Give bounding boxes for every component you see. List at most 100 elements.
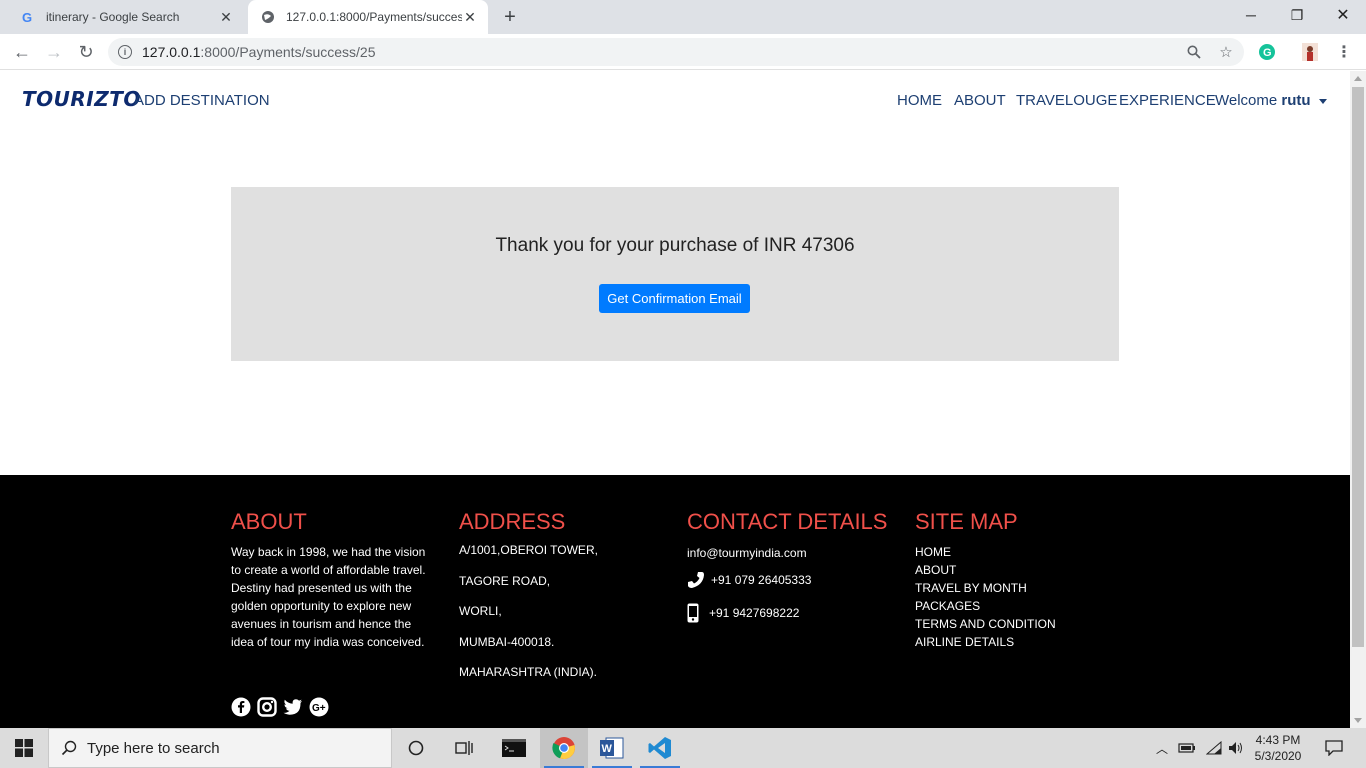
sitemap-terms[interactable]: TERMS AND CONDITION	[915, 615, 1056, 633]
contact-email[interactable]: info@tourmyindia.com	[687, 543, 887, 563]
welcome-label: Welcome	[1215, 92, 1278, 109]
clock-time: 4:43 PM	[1255, 733, 1301, 747]
word-icon[interactable]: W	[588, 728, 636, 768]
nav-about[interactable]: ABOUT	[954, 92, 1006, 109]
tab-title: itinerary - Google Search	[46, 10, 180, 24]
sitemap-home[interactable]: HOME	[915, 543, 1056, 561]
globe-icon	[260, 9, 276, 25]
new-tab-icon[interactable]: +	[498, 5, 522, 29]
purchase-message: Thank you for your purchase of INR 47306	[495, 235, 855, 256]
facebook-icon[interactable]	[231, 697, 251, 717]
sitemap-about[interactable]: ABOUT	[915, 561, 1056, 579]
cortana-icon[interactable]	[392, 728, 440, 768]
bookmark-star-icon[interactable]: ☆	[1212, 38, 1240, 66]
battery-icon[interactable]	[1178, 742, 1196, 754]
reload-icon[interactable]: ↻	[72, 38, 100, 66]
web-page: TOURIZTO ADD DESTINATION HOME ABOUT TRAV…	[0, 71, 1350, 728]
close-tab-icon[interactable]: ✕	[462, 9, 478, 25]
contact-mobile: +91 9427698222	[687, 597, 887, 629]
svg-text:G: G	[1263, 47, 1272, 59]
system-tray: ︿	[1156, 728, 1244, 768]
site-logo[interactable]: TOURIZTO	[22, 87, 141, 111]
browser-tab-google-search[interactable]: G itinerary - Google Search ✕	[8, 0, 244, 34]
terminal-icon[interactable]	[490, 728, 538, 768]
address-line: TAGORE ROAD,	[459, 573, 551, 588]
windows-start-icon[interactable]	[0, 728, 48, 768]
nav-home[interactable]: HOME	[897, 92, 942, 109]
address-line: WORLI,	[459, 604, 502, 618]
profile-avatar[interactable]	[1296, 38, 1324, 66]
task-view-icon[interactable]	[440, 728, 488, 768]
volume-icon[interactable]	[1228, 741, 1244, 755]
nav-experience[interactable]: EXPERIENCE	[1119, 92, 1216, 109]
sitemap-airline-details[interactable]: AIRLINE DETAILS	[915, 633, 1056, 651]
back-icon[interactable]: ←	[8, 38, 36, 66]
google-icon: G	[20, 9, 36, 25]
search-placeholder: Type here to search	[87, 739, 220, 757]
taskbar-search-input[interactable]: Type here to search	[48, 728, 392, 768]
footer-about: ABOUT Way back in 1998, we had the visio…	[231, 509, 431, 651]
social-links: G+	[231, 697, 329, 717]
footer-contact: CONTACT DETAILS info@tourmyindia.com +91…	[687, 509, 887, 629]
site-footer: ABOUT Way back in 1998, we had the visio…	[0, 475, 1350, 728]
browser-tabstrip: G itinerary - Google Search ✕ 127.0.0.1:…	[0, 0, 1366, 34]
vscode-icon[interactable]	[636, 728, 684, 768]
address-line: A/1001,OBEROI TOWER,	[459, 543, 598, 557]
site-info-icon[interactable]: i	[118, 45, 132, 59]
phone-number: +91 079 26405333	[711, 573, 812, 587]
scrollbar-thumb[interactable]	[1352, 87, 1364, 647]
clock-date: 5/3/2020	[1254, 749, 1302, 763]
confirmation-panel: Thank you for your purchase of INR 47306…	[231, 187, 1119, 361]
footer-sitemap-heading: SITE MAP	[915, 509, 1018, 534]
address-bar[interactable]: i 127.0.0.1:8000/Payments/success/25	[108, 38, 1244, 66]
tab-title: 127.0.0.1:8000/Payments/success/25	[286, 10, 462, 24]
chevron-up-icon[interactable]: ︿	[1156, 740, 1168, 757]
scroll-up-icon[interactable]	[1354, 76, 1362, 81]
contact-phone: +91 079 26405333	[687, 563, 887, 597]
username: rutu	[1281, 92, 1311, 109]
minimize-icon[interactable]: ─	[1228, 0, 1274, 30]
footer-address-heading: ADDRESS	[459, 509, 566, 534]
browser-toolbar: ← → ↻ i 127.0.0.1:8000/Payments/success/…	[0, 34, 1366, 70]
user-menu-dropdown[interactable]: Welcome rutu	[1215, 92, 1327, 109]
twitter-icon[interactable]	[283, 697, 303, 717]
footer-about-text: Way back in 1998, we had the vision to c…	[231, 545, 426, 649]
forward-icon[interactable]: →	[40, 38, 68, 66]
wifi-icon[interactable]	[1206, 741, 1222, 755]
footer-about-heading: ABOUT	[231, 509, 307, 534]
sitemap-travel-by-month[interactable]: TRAVEL BY MONTH	[915, 579, 1056, 597]
footer-address: ADDRESS A/1001,OBEROI TOWER, TAGORE ROAD…	[459, 509, 598, 696]
chrome-icon[interactable]	[540, 728, 588, 768]
mobile-icon	[687, 603, 699, 623]
instagram-icon[interactable]	[257, 697, 277, 717]
windows-taskbar: Type here to search W ︿ 4:43 PM 5/3/2020	[0, 728, 1366, 768]
mobile-number: +91 9427698222	[709, 606, 800, 620]
get-confirmation-email-button[interactable]: Get Confirmation Email	[599, 284, 750, 313]
footer-contact-heading: CONTACT DETAILS	[687, 509, 888, 534]
svg-text:G: G	[22, 10, 32, 24]
restore-icon[interactable]: ❐	[1274, 0, 1320, 30]
notifications-icon[interactable]	[1322, 728, 1346, 768]
footer-sitemap: SITE MAP HOME ABOUT TRAVEL BY MONTH PACK…	[915, 509, 1056, 651]
svg-text:G+: G+	[312, 703, 326, 714]
scroll-down-icon[interactable]	[1354, 718, 1362, 723]
site-navbar: TOURIZTO ADD DESTINATION HOME ABOUT TRAV…	[0, 71, 1350, 129]
nav-travelouge[interactable]: TRAVELOUGE	[1016, 92, 1117, 109]
page-scrollbar[interactable]	[1350, 71, 1366, 728]
taskbar-clock[interactable]: 4:43 PM 5/3/2020	[1248, 732, 1308, 764]
phone-icon	[687, 571, 705, 589]
close-window-icon[interactable]: ✕	[1320, 0, 1366, 30]
address-line: MAHARASHTRA (INDIA).	[459, 665, 598, 679]
google-plus-icon[interactable]: G+	[309, 697, 329, 717]
zoom-icon[interactable]	[1180, 38, 1208, 66]
grammarly-icon[interactable]: G	[1253, 38, 1281, 66]
close-tab-icon[interactable]: ✕	[218, 9, 234, 25]
sitemap-packages[interactable]: PACKAGES	[915, 597, 1056, 615]
svg-text:W: W	[602, 743, 613, 755]
address-line: MUMBAI-400018.	[459, 634, 555, 649]
nav-add-destination[interactable]: ADD DESTINATION	[134, 92, 270, 109]
menu-kebab-icon[interactable]: ⋮	[1330, 38, 1358, 66]
url-text: 127.0.0.1:8000/Payments/success/25	[142, 44, 376, 60]
caret-down-icon	[1318, 98, 1327, 104]
browser-tab-payments[interactable]: 127.0.0.1:8000/Payments/success/25 ✕	[248, 0, 488, 34]
